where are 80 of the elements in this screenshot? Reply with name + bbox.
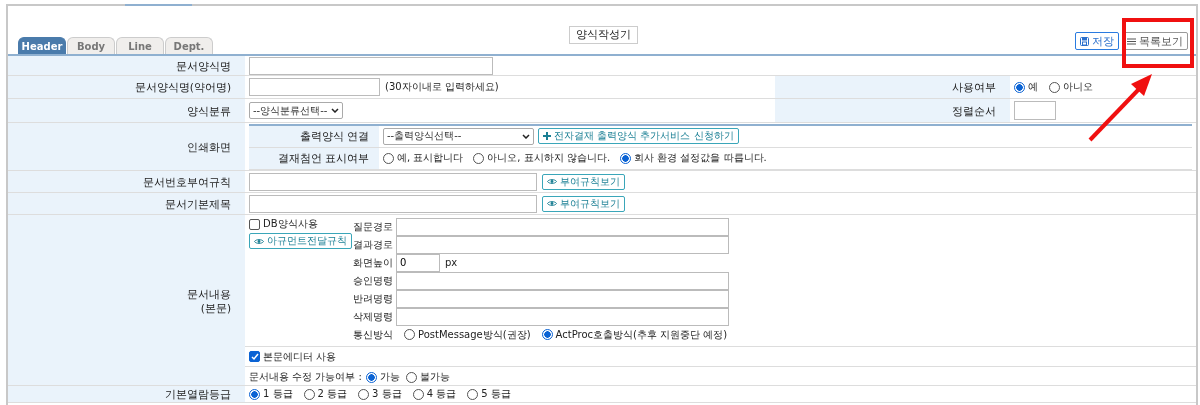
field-label: 문서내용 수정 가능여부 : bbox=[249, 371, 362, 383]
option-label: 회사 환경 설정값을 따릅니다. bbox=[634, 152, 767, 164]
radio-button[interactable] bbox=[1014, 81, 1025, 93]
field-label: 정렬순서 bbox=[775, 99, 1010, 122]
field-label: 사용여부 bbox=[775, 76, 1010, 98]
field-label: 문서번호부여규칙 bbox=[8, 171, 245, 192]
tab[interactable]: Body bbox=[67, 37, 115, 54]
radio-button[interactable] bbox=[365, 371, 377, 383]
option-label: 1 등급 bbox=[263, 388, 293, 400]
radio-button[interactable] bbox=[405, 371, 417, 383]
eye-icon bbox=[547, 200, 557, 207]
field-label: 결재첨언 표시여부 bbox=[249, 147, 379, 170]
select-field[interactable]: --출력양식선택-- bbox=[383, 127, 534, 145]
radio-button[interactable] bbox=[383, 152, 394, 164]
field-label: 양식분류 bbox=[8, 99, 245, 122]
caret-icon bbox=[331, 108, 340, 113]
radio-button[interactable] bbox=[404, 329, 415, 340]
option-label: 가능 bbox=[379, 371, 400, 383]
plus-icon bbox=[543, 132, 551, 140]
page-title: 양식작성기 bbox=[568, 26, 638, 44]
input-field[interactable] bbox=[396, 271, 729, 290]
field-label: 문서양식명 bbox=[8, 56, 245, 75]
field-label: 문서양식명(약어명) bbox=[8, 76, 245, 98]
option-label: ActProc호출방식(추후 지원중단 예정) bbox=[555, 328, 728, 341]
eye-icon bbox=[254, 237, 264, 245]
view-rule-button[interactable]: 부여규칙보기 bbox=[542, 173, 625, 190]
input-field[interactable] bbox=[249, 78, 380, 96]
option-label: 아니오, 표시하지 않습니다. bbox=[487, 152, 611, 164]
checkbox-label: DB양식사용 bbox=[263, 218, 318, 230]
option-label: PostMessage방식(권장) bbox=[418, 328, 531, 341]
radio-button[interactable] bbox=[473, 152, 485, 164]
field-label: 반려명령 bbox=[353, 292, 393, 305]
input-field[interactable] bbox=[249, 172, 537, 191]
field-label: 출력양식 연결 bbox=[249, 125, 379, 148]
field-label: 문서기본제목 bbox=[8, 193, 245, 214]
radio-button[interactable] bbox=[249, 388, 260, 400]
input-field[interactable] bbox=[1014, 101, 1056, 120]
option-label: 5 등급 bbox=[481, 388, 511, 400]
option-label: 3 등급 bbox=[372, 388, 402, 400]
hint-text: (30자이내로 입력하세요) bbox=[385, 81, 499, 93]
radio-button[interactable] bbox=[620, 152, 632, 164]
field-label: 인쇄화면 bbox=[8, 123, 245, 170]
unit-label: px bbox=[445, 256, 458, 269]
caret-icon bbox=[522, 133, 530, 139]
field-label: 질문경로 bbox=[353, 220, 393, 233]
tab[interactable]: Header bbox=[18, 37, 66, 54]
option-label: 예 bbox=[1028, 81, 1038, 93]
input-field[interactable] bbox=[249, 56, 493, 75]
radio-button[interactable] bbox=[467, 388, 479, 400]
eye-icon bbox=[547, 178, 557, 185]
radio-button[interactable] bbox=[303, 388, 315, 400]
field-label: 화면높이 bbox=[353, 256, 393, 269]
input-field[interactable] bbox=[396, 217, 729, 236]
checkbox-label: 본문에디터 사용 bbox=[263, 350, 337, 363]
save-button[interactable]: 저장 bbox=[1075, 32, 1119, 50]
option-label: 2 등급 bbox=[317, 388, 348, 400]
field-label: 기본열람등급 bbox=[8, 386, 245, 402]
field-label: 결과경로 bbox=[353, 238, 393, 251]
menu-icon bbox=[1127, 37, 1136, 45]
radio-button[interactable] bbox=[358, 388, 370, 400]
apply-service-button[interactable]: 전자결재 출력양식 추가서비스 신청하기 bbox=[538, 128, 739, 144]
option-label: 4 등급 bbox=[426, 388, 457, 400]
option-label: 불가능 bbox=[419, 371, 450, 383]
field-label: 문서내용 (본문) bbox=[8, 215, 245, 385]
argument-rule-button[interactable]: 아규먼트전달규칙 bbox=[249, 233, 352, 249]
option-label: 아니오 bbox=[1063, 81, 1093, 93]
field-label: 통신방식 bbox=[353, 328, 393, 341]
checkbox[interactable] bbox=[249, 351, 260, 362]
tab[interactable]: Line bbox=[116, 37, 164, 54]
tab[interactable]: Dept. bbox=[165, 37, 213, 54]
radio-button[interactable] bbox=[1049, 81, 1060, 93]
select-field[interactable]: --양식분류선택-- bbox=[249, 102, 344, 119]
view-rule-button[interactable]: 부여규칙보기 bbox=[542, 195, 625, 212]
option-label: 예, 표시합니다 bbox=[397, 152, 464, 164]
radio-button[interactable] bbox=[412, 388, 424, 400]
checkbox[interactable] bbox=[249, 218, 260, 230]
input-field[interactable] bbox=[249, 194, 537, 213]
field-label: 삭제명령 bbox=[353, 310, 393, 323]
radio-button[interactable] bbox=[541, 329, 553, 340]
field-label: 승인명령 bbox=[353, 274, 393, 287]
